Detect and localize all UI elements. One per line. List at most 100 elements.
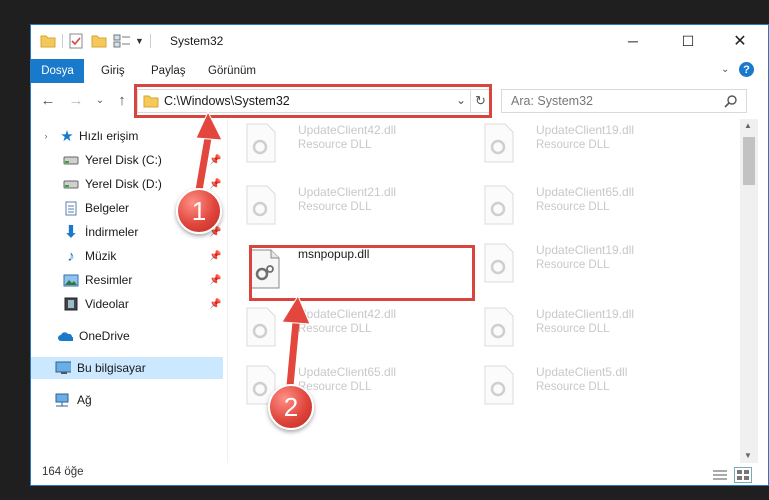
address-row: ← → ⌄ ↑ C:\Windows\System32 ⌄ ↻ Ara: Sys… — [31, 83, 768, 119]
callout-badge-1: 1 — [176, 188, 222, 234]
recent-locations-icon[interactable]: ⌄ — [93, 91, 107, 109]
sidebar-item-pictures[interactable]: Resimler 📌 — [31, 269, 223, 291]
forward-button[interactable]: → — [67, 91, 85, 109]
file-type: Resource DLL — [298, 201, 372, 213]
sidebar-item-onedrive[interactable]: OneDrive — [31, 325, 223, 347]
minimize-button[interactable]: ─ — [610, 25, 656, 57]
sidebar-item-quick-access[interactable]: › ★ Hızlı erişim — [31, 125, 223, 147]
videos-icon — [63, 296, 79, 312]
pin-icon: 📌 — [209, 250, 222, 262]
tab-share[interactable]: Paylaş — [151, 59, 186, 83]
back-button[interactable]: ← — [39, 91, 57, 109]
star-icon: ★ — [60, 128, 74, 145]
folder-icon[interactable] — [40, 34, 56, 48]
file-type: Resource DLL — [536, 323, 610, 335]
file-name: UpdateClient5.dll — [536, 365, 628, 379]
sidebar-item-label: OneDrive — [79, 329, 130, 343]
sidebar-item-label: Müzik — [85, 249, 117, 263]
dll-file-icon — [246, 307, 276, 347]
search-input[interactable]: Ara: System32 — [511, 94, 593, 108]
file-type: Resource DLL — [298, 323, 372, 335]
file-name: UpdateClient65.dll — [536, 185, 635, 199]
sidebar-item-music[interactable]: ♪ Müzik 📌 — [31, 245, 223, 267]
sidebar-item-local-disk-c[interactable]: Yerel Disk (C:) 📌 — [31, 149, 223, 171]
details-view-icon[interactable] — [712, 469, 728, 481]
tab-home[interactable]: Giriş — [101, 59, 125, 83]
network-icon — [53, 392, 69, 408]
tab-view[interactable]: Görünüm — [208, 59, 256, 83]
file-name: UpdateClient19.dll — [536, 307, 635, 321]
file-type: Resource DLL — [536, 201, 610, 213]
drive-icon — [63, 176, 79, 192]
file-highlight-box — [249, 245, 475, 301]
explorer-window: ▼ System32 ─ ☐ ✕ Dosya Giriş Paylaş Görü… — [30, 24, 769, 486]
scroll-down-icon[interactable]: ▼ — [744, 451, 752, 460]
file-item[interactable]: UpdateClient19.dll Resource DLL — [466, 305, 696, 355]
dll-file-icon — [484, 243, 514, 283]
sidebar-item-label: Hızlı erişim — [79, 129, 139, 143]
file-type: Resource DLL — [536, 381, 610, 393]
pin-icon: 📌 — [209, 274, 222, 286]
file-type: Resource DLL — [536, 139, 610, 151]
dll-file-icon — [484, 185, 514, 225]
sidebar-item-videos[interactable]: Videolar 📌 — [31, 293, 223, 315]
file-name: UpdateClient42.dll — [298, 123, 397, 137]
music-icon: ♪ — [67, 247, 75, 265]
pin-icon: 📌 — [209, 298, 222, 310]
new-folder-icon[interactable] — [91, 34, 107, 48]
customize-dropdown-icon[interactable]: ▼ — [135, 36, 144, 46]
scroll-up-icon[interactable]: ▲ — [744, 121, 752, 130]
vertical-scrollbar[interactable]: ▲ ▼ — [740, 119, 758, 463]
file-item[interactable]: UpdateClient42.dll Resource DLL — [228, 305, 458, 355]
file-name: UpdateClient21.dll — [298, 185, 397, 199]
chevron-right-icon[interactable]: › — [41, 128, 51, 144]
sidebar-item-network[interactable]: Ağ — [31, 389, 223, 411]
search-icon[interactable] — [724, 94, 738, 108]
download-icon: ⬇ — [64, 224, 78, 241]
address-highlight-box — [134, 84, 492, 118]
file-type: Resource DLL — [536, 259, 610, 271]
file-item[interactable]: UpdateClient42.dll Resource DLL — [228, 121, 458, 171]
sidebar-item-label: Belgeler — [85, 201, 130, 215]
scroll-thumb[interactable] — [743, 137, 755, 185]
maximize-button[interactable]: ☐ — [665, 25, 711, 57]
search-box[interactable]: Ara: System32 — [501, 89, 747, 113]
close-button[interactable]: ✕ — [717, 25, 763, 57]
file-item[interactable]: UpdateClient5.dll Resource DLL — [466, 363, 696, 413]
file-item[interactable]: UpdateClient19.dll Resource DLL — [466, 121, 696, 171]
properties-icon[interactable] — [69, 33, 83, 49]
dll-file-icon — [246, 185, 276, 225]
title-bar: ▼ System32 ─ ☐ ✕ — [31, 25, 768, 57]
help-icon[interactable]: ? — [739, 62, 754, 77]
cloud-icon — [57, 328, 73, 344]
file-item[interactable]: UpdateClient65.dll Resource DLL — [466, 183, 696, 233]
file-item[interactable]: UpdateClient65.dll Resource DLL — [228, 363, 458, 413]
view-options-icon[interactable] — [113, 34, 131, 48]
file-item[interactable]: UpdateClient19.dll Resource DLL — [466, 241, 696, 291]
dll-file-icon — [484, 123, 514, 163]
pin-icon: 📌 — [209, 178, 222, 190]
pin-icon: 📌 — [209, 154, 222, 166]
callout-badge-2: 2 — [268, 384, 314, 430]
up-button[interactable]: ↑ — [113, 91, 131, 109]
documents-icon — [63, 200, 79, 216]
pictures-icon — [63, 272, 79, 288]
quick-access-toolbar: ▼ — [40, 32, 157, 50]
window-title: System32 — [170, 34, 224, 48]
tab-file[interactable]: Dosya — [31, 59, 84, 83]
file-name: UpdateClient19.dll — [536, 123, 635, 137]
sidebar-item-this-pc[interactable]: Bu bilgisayar — [31, 357, 223, 379]
ribbon-tabs: Dosya Giriş Paylaş Görünüm ⌄ ? — [31, 57, 768, 83]
navigation-pane: › ★ Hızlı erişim Yerel Disk (C:) 📌 Yerel… — [31, 119, 227, 463]
file-type: Resource DLL — [298, 139, 372, 151]
dll-file-icon — [246, 123, 276, 163]
sidebar-item-label: Bu bilgisayar — [77, 361, 146, 375]
expand-ribbon-icon[interactable]: ⌄ — [721, 64, 729, 75]
file-type: Resource DLL — [298, 381, 372, 393]
sidebar-item-label: Yerel Disk (D:) — [85, 177, 162, 191]
item-count: 164 öğe — [42, 466, 84, 478]
file-name: UpdateClient19.dll — [536, 243, 635, 257]
large-icons-view-icon[interactable] — [734, 467, 752, 483]
file-item[interactable]: UpdateClient21.dll Resource DLL — [228, 183, 458, 233]
file-name: UpdateClient65.dll — [298, 365, 397, 379]
